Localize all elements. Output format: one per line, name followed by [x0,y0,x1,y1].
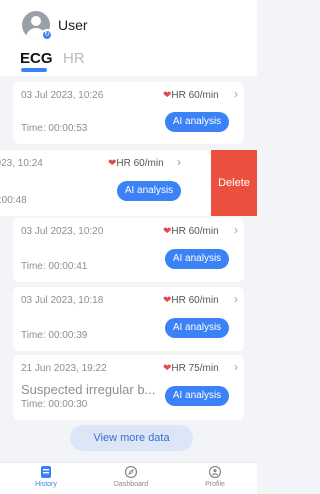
sync-icon[interactable]: ↻ [41,29,53,41]
profile-icon [208,465,222,479]
record-card[interactable]: 03 Jul 2023, 10:26 ❤HR 60/min › AI analy… [13,82,244,144]
record-duration: Time: 00:00:53 [21,123,88,134]
chevron-right-icon[interactable]: › [234,360,238,374]
record-duration: Time: 00:00:39 [21,330,88,341]
record-date: 21 Jun 2023, 19:22 [21,363,107,374]
ai-analysis-button[interactable]: AI analysis [117,181,181,201]
record-duration: Time: 00:00:41 [21,261,88,272]
record-heart-rate: ❤HR 60/min [163,90,219,101]
record-heart-rate: ❤HR 60/min [163,226,219,237]
header: ↻ User ECG HR [0,0,257,76]
nav-dashboard-label: Dashboard [113,481,149,488]
record-date: 2023, 10:24 [0,158,43,169]
record-duration: Time: 00:00:30 [21,399,88,410]
view-more-button[interactable]: View more data [70,425,193,451]
record-hr-value: HR 60/min [171,226,219,237]
chevron-right-icon[interactable]: › [234,223,238,237]
bottom-nav: History Dashboard Profile [0,462,257,494]
record-hr-value: HR 60/min [171,90,219,101]
nav-history[interactable]: History [16,465,76,488]
chevron-right-icon[interactable]: › [177,155,181,169]
compass-icon [124,465,138,479]
avatar-head-shape [31,16,41,26]
record-date: 03 Jul 2023, 10:18 [21,295,104,306]
record-hr-value: HR 75/min [171,363,219,374]
nav-history-label: History [35,481,57,488]
record-heart-rate: ❤HR 60/min [163,295,219,306]
record-date: 03 Jul 2023, 10:26 [21,90,104,101]
ai-analysis-button[interactable]: AI analysis [165,112,229,132]
record-hr-value: HR 60/min [171,295,219,306]
chevron-right-icon[interactable]: › [234,292,238,306]
record-card[interactable]: 03 Jul 2023, 10:20 ❤HR 60/min › AI analy… [13,218,244,282]
tab-hr[interactable]: HR [63,50,85,67]
ai-analysis-button[interactable]: AI analysis [165,386,229,406]
nav-profile[interactable]: Profile [185,465,245,488]
record-card-swiped[interactable]: 2023, 10:24 ❤HR 60/min › AI analysis )0:… [0,150,211,216]
record-card[interactable]: 03 Jul 2023, 10:18 ❤HR 60/min › AI analy… [13,287,244,351]
delete-button[interactable]: Delete [211,150,257,216]
ai-analysis-button[interactable]: AI analysis [165,249,229,269]
history-icon [41,466,51,478]
tab-active-indicator [21,68,47,72]
tab-ecg[interactable]: ECG [20,50,53,67]
ai-analysis-button[interactable]: AI analysis [165,318,229,338]
nav-profile-label: Profile [205,481,225,488]
record-heart-rate: ❤HR 60/min [108,158,164,169]
chevron-right-icon[interactable]: › [234,87,238,101]
record-duration: )0:00:48 [0,195,27,206]
record-heart-rate: ❤HR 75/min [163,363,219,374]
record-finding: Suspected irregular b... [21,382,156,397]
record-date: 03 Jul 2023, 10:20 [21,226,104,237]
username: User [58,17,88,33]
nav-dashboard[interactable]: Dashboard [101,465,161,488]
record-card[interactable]: 21 Jun 2023, 19:22 ❤HR 75/min › Suspecte… [13,355,244,420]
record-hr-value: HR 60/min [116,158,164,169]
